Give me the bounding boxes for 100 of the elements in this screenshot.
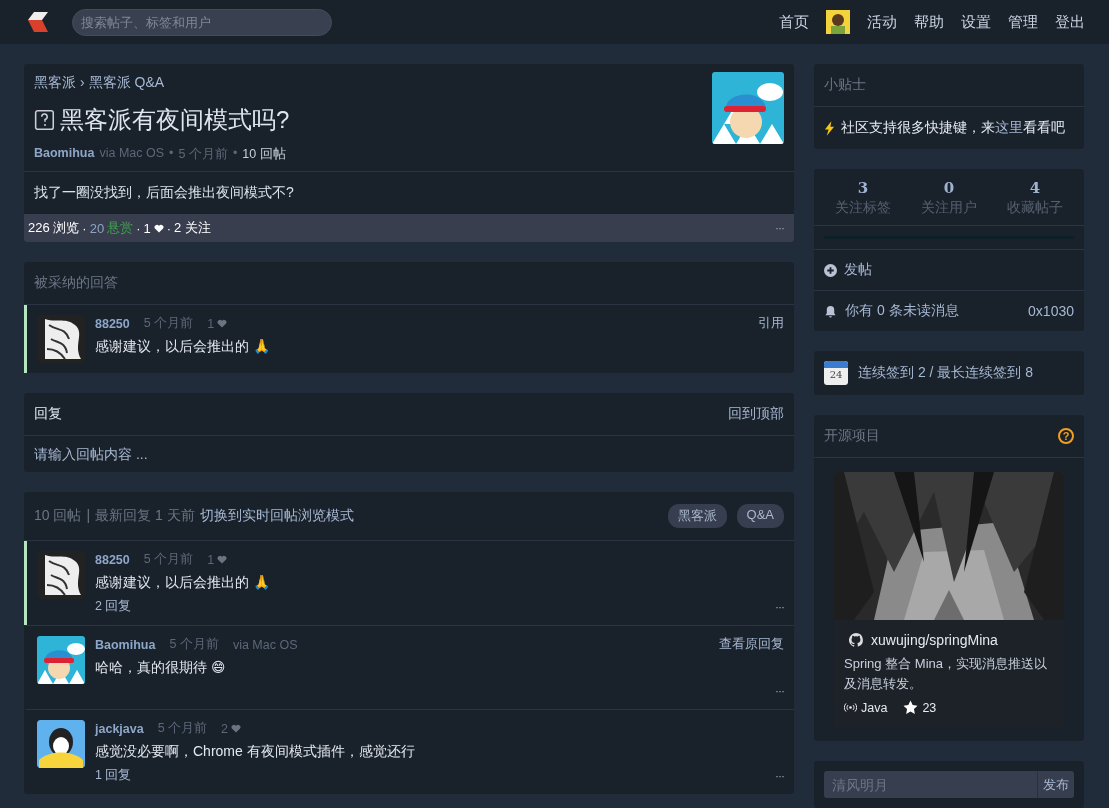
repo-star-count: 23 [922, 700, 937, 715]
comment-count: 10 回帖 [34, 507, 82, 525]
comment-via: via Mac OS [232, 637, 298, 652]
comment-author[interactable]: Baomihua [95, 637, 156, 652]
comment-author[interactable]: 88250 [95, 316, 130, 331]
reply-count-link[interactable]: 2 回复 [95, 598, 132, 615]
heart-icon [153, 223, 164, 233]
stat-value: 0 [943, 179, 955, 197]
repo-language: Java [861, 700, 888, 715]
reply-count: 10 回帖 [242, 146, 286, 163]
meta-separator: • [232, 146, 238, 162]
comment-text: 感谢建议，以后会推出的 🙏 [95, 338, 271, 356]
view-original-link[interactable]: 查看原回复 [719, 636, 784, 653]
stat-item[interactable]: 4 收藏帖子 [992, 179, 1078, 217]
section-title: 被采纳的回答 [24, 262, 794, 305]
nav-link[interactable]: 帮助 [914, 12, 944, 32]
comment-text: 感觉没必要啊，Chrome 有夜间模式插件，感觉还行 [95, 743, 416, 761]
more-button[interactable]: ··· [775, 768, 784, 783]
post-via: via Mac OS [99, 146, 165, 162]
github-icon [849, 633, 863, 647]
stats-text: 20 [89, 220, 105, 236]
repo-description: Spring 整合 Mina，实现消息推送以及消息转发。 [844, 655, 1048, 693]
repo-card[interactable]: xuwujing/springMina Spring 整合 Mina，实现消息推送以及消息转发。 Java 23 [834, 472, 1064, 729]
commenter-avatar[interactable] [37, 315, 85, 363]
stats-text: 2 关注 [174, 219, 211, 237]
stat-label: 收藏帖子 [1007, 199, 1063, 217]
latest-reply-time: 最新回复 1 天前 [95, 507, 195, 525]
plus-circle-icon [824, 263, 837, 277]
stat-label: 关注标签 [835, 199, 891, 217]
comment-time: 5 个月前 [169, 636, 219, 653]
stats-separator: · [166, 220, 172, 236]
checkin-text: 连续签到 2 / 最长连续签到 8 [858, 364, 1034, 382]
heart-icon [217, 555, 228, 564]
section-title: 开源项目 [824, 427, 880, 445]
breadcrumb-link[interactable]: 黑客派 Q&A [88, 74, 165, 92]
broadcast-icon [844, 702, 857, 713]
header-separator: | [86, 507, 91, 525]
post-title: 黑客派有夜间模式吗? [60, 105, 290, 135]
bell-icon [824, 304, 837, 318]
stat-item[interactable]: 3 关注标签 [820, 179, 906, 217]
tag-chip[interactable]: Q&A [736, 504, 784, 528]
comment-time: 5 个月前 [143, 551, 194, 568]
stats-text: 悬赏 [107, 219, 134, 237]
star-icon [903, 700, 919, 715]
more-button[interactable]: ··· [775, 599, 784, 614]
lightning-icon [824, 120, 835, 136]
stats-separator: · [82, 220, 87, 236]
comment-author[interactable]: 88250 [95, 552, 130, 567]
comment-author[interactable]: jackjava [95, 721, 144, 736]
repo-name-link[interactable]: xuwujing/springMina [871, 632, 998, 648]
publish-button[interactable]: 发布 [1037, 771, 1074, 798]
heart-icon [231, 724, 242, 733]
reply-input-field[interactable]: 请输入回帖内容 ... [26, 446, 792, 462]
tag-chip[interactable]: 黑客派 [667, 504, 727, 528]
stat-item[interactable]: 0 关注用户 [906, 179, 992, 217]
switch-mode-link[interactable]: 切换到实时回帖浏览模式 [199, 507, 354, 525]
reply-count-link[interactable]: 1 回复 [95, 767, 132, 784]
breadcrumb-link[interactable]: 黑客派 [34, 74, 76, 92]
author-avatar[interactable] [712, 72, 784, 144]
stats-text: 226 浏览 [28, 219, 80, 237]
comment-time: 5 个月前 [157, 720, 208, 737]
nav-link[interactable]: 活动 [867, 12, 897, 32]
stat-value: 4 [1029, 179, 1041, 197]
comment-time: 5 个月前 [143, 315, 194, 332]
more-button[interactable]: ··· [775, 221, 784, 235]
question-icon [34, 109, 56, 131]
nav-link[interactable]: 登出 [1055, 12, 1085, 32]
user-avatar[interactable] [826, 10, 850, 34]
post-time: 5 个月前 [178, 146, 228, 163]
stats-separator: · [136, 220, 141, 236]
site-logo[interactable] [26, 10, 50, 34]
section-title: 小贴士 [814, 64, 1084, 107]
help-button[interactable]: ? [1058, 428, 1074, 444]
tip-link[interactable]: 这里 [995, 119, 1023, 135]
heart-icon [217, 319, 228, 328]
commenter-avatar[interactable] [37, 551, 85, 599]
section-title: 回复 [34, 405, 62, 423]
notification-link[interactable]: 你有 0 条未读消息 [824, 302, 959, 320]
commenter-avatar[interactable] [37, 720, 85, 768]
new-post-link[interactable]: 发帖 [814, 250, 1084, 291]
calendar-day: 24 [829, 368, 843, 382]
more-button[interactable]: ··· [775, 684, 784, 698]
calendar-icon [824, 361, 848, 368]
meta-separator: • [169, 146, 174, 162]
tip-text: 社区支持很多快捷键，来这里看看吧 [841, 119, 1065, 137]
like-count: 2 [221, 721, 229, 736]
nav-link[interactable]: 首页 [779, 12, 809, 32]
like-count: 1 [207, 552, 215, 567]
quote-link[interactable]: 引用 [758, 315, 784, 332]
nav-link[interactable]: 管理 [1008, 12, 1038, 32]
like-count: 1 [207, 316, 215, 331]
comment-text: 哈哈，真的很期待 😄 [95, 659, 227, 677]
search-field[interactable]: 搜索帖子、标签和用户 [72, 8, 332, 36]
comment-text: 感谢建议，以后会推出的 🙏 [95, 574, 271, 592]
breadcrumb-separator: › [80, 74, 85, 92]
back-to-top-link[interactable]: 回到顶部 [728, 405, 784, 423]
nav-link[interactable]: 设置 [961, 12, 991, 32]
stat-value: 3 [857, 179, 869, 197]
points-value: 0x1030 [1028, 303, 1074, 319]
author-link[interactable]: Baomihua [34, 146, 95, 163]
